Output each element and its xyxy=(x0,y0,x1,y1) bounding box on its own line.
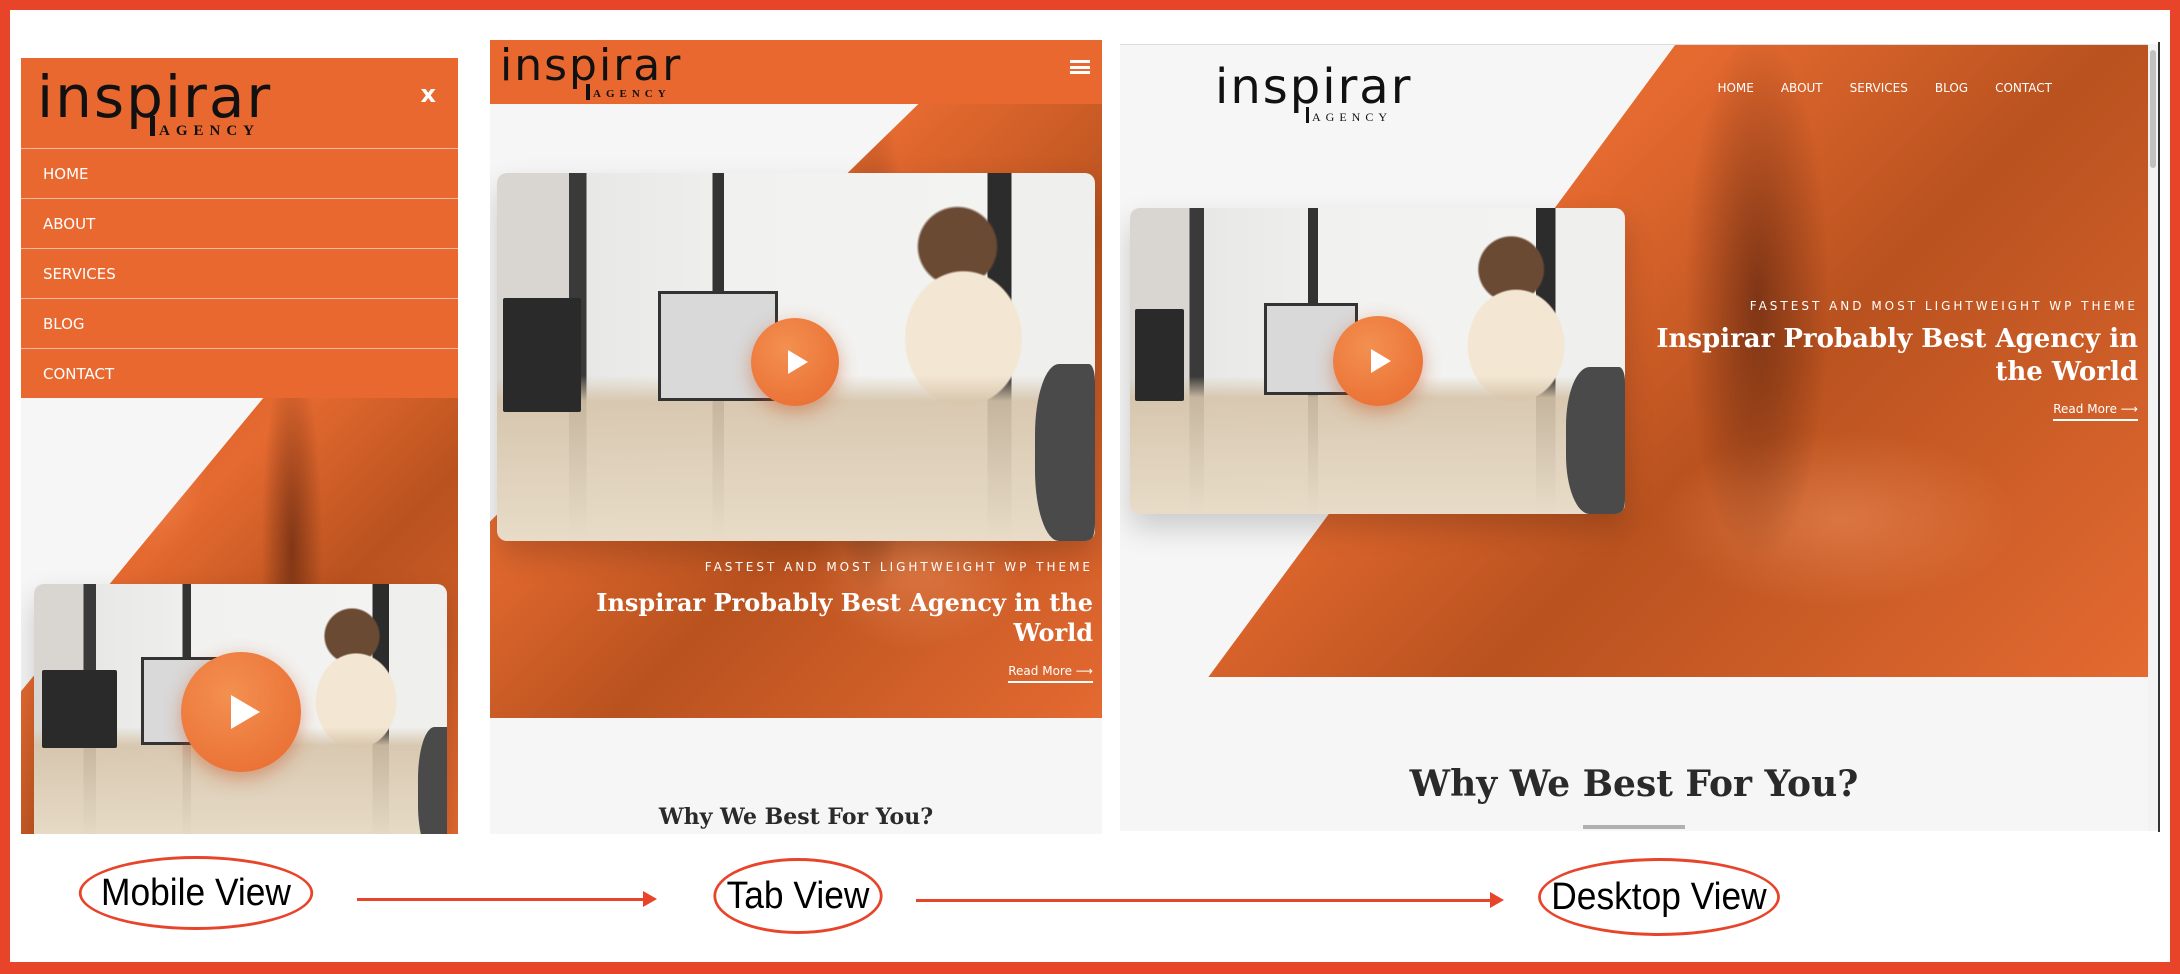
close-menu-button[interactable]: x xyxy=(421,80,436,108)
tab-view-screenshot: inspirar AGENCY FASTEST AND MOST LIGHTWE… xyxy=(490,40,1102,834)
desktop-nav: HOME ABOUT SERVICES BLOG CONTACT xyxy=(1717,81,2052,95)
desktop-view-screenshot: inspirar AGENCY HOME ABOUT SERVICES BLOG… xyxy=(1120,44,2148,831)
hero-eyebrow: FASTEST AND MOST LIGHTWEIGHT WP THEME xyxy=(1749,299,2138,313)
section-divider xyxy=(1583,825,1685,829)
tab-header: inspirar AGENCY xyxy=(490,40,1102,104)
read-more-link[interactable]: Read More ⟶ xyxy=(2053,402,2138,421)
hero-video-thumbnail[interactable] xyxy=(34,584,447,834)
hero-video-thumbnail[interactable] xyxy=(1130,208,1625,514)
arrow-right-icon: ⟶ xyxy=(2120,402,2138,416)
read-more-link[interactable]: Read More ⟶ xyxy=(1008,664,1093,683)
play-icon xyxy=(1371,349,1391,373)
play-button[interactable] xyxy=(751,318,839,406)
nav-item-contact[interactable]: CONTACT xyxy=(21,348,458,398)
hamburger-menu-button[interactable] xyxy=(1070,60,1090,74)
hero-eyebrow: FASTEST AND MOST LIGHTWEIGHT WP THEME xyxy=(704,560,1093,574)
desktop-scrollbar-thumb[interactable] xyxy=(2150,50,2156,168)
play-icon xyxy=(788,350,808,374)
nav-item-blog[interactable]: BLOG xyxy=(1935,81,1968,95)
hamburger-icon xyxy=(1070,60,1090,63)
why-section-title: Why We Best For You? xyxy=(658,804,934,830)
close-icon: x xyxy=(420,80,436,108)
hero-title: Inspirar Probably Best Agency in the Wor… xyxy=(1656,324,2138,387)
arrow-right-icon: ⟶ xyxy=(1075,664,1093,678)
logo[interactable]: inspirar AGENCY xyxy=(500,44,690,102)
play-icon xyxy=(230,695,260,729)
logo[interactable]: inspirar AGENCY xyxy=(1215,63,1415,127)
hero-video-thumbnail[interactable] xyxy=(497,173,1095,541)
nav-item-about[interactable]: ABOUT xyxy=(1781,81,1823,95)
window-edge-line xyxy=(2158,42,2160,832)
logo[interactable]: inspirar AGENCY xyxy=(37,68,277,140)
nav-item-contact[interactable]: CONTACT xyxy=(1995,81,2052,95)
arrow-mobile-to-tab xyxy=(357,891,657,907)
desktop-view-label: Desktop View xyxy=(1538,858,1780,936)
nav-item-about[interactable]: ABOUT xyxy=(21,198,458,248)
play-button[interactable] xyxy=(181,652,301,772)
mobile-view-screenshot: inspirar AGENCY x HOME ABOUT SERVICES BL… xyxy=(21,58,458,834)
nav-item-home[interactable]: HOME xyxy=(1717,81,1753,95)
nav-item-services[interactable]: SERVICES xyxy=(1850,81,1908,95)
mobile-view-label: Mobile View xyxy=(78,856,314,930)
nav-item-blog[interactable]: BLOG xyxy=(21,298,458,348)
mobile-header: inspirar AGENCY x xyxy=(21,58,458,148)
hero-text-block: FASTEST AND MOST LIGHTWEIGHT WP THEME In… xyxy=(1638,299,2138,421)
play-button[interactable] xyxy=(1333,316,1423,406)
arrow-tab-to-desktop xyxy=(916,892,1504,908)
why-section-title: Why We Best For You? xyxy=(1409,763,1859,805)
tab-view-label: Tab View xyxy=(713,858,883,934)
mobile-nav-menu: HOME ABOUT SERVICES BLOG CONTACT xyxy=(21,148,458,398)
nav-item-home[interactable]: HOME xyxy=(21,148,458,198)
nav-item-services[interactable]: SERVICES xyxy=(21,248,458,298)
hero-title: Inspirar Probably Best Agency in the Wor… xyxy=(596,588,1093,647)
hero-text-block: FASTEST AND MOST LIGHTWEIGHT WP THEME In… xyxy=(533,560,1093,683)
